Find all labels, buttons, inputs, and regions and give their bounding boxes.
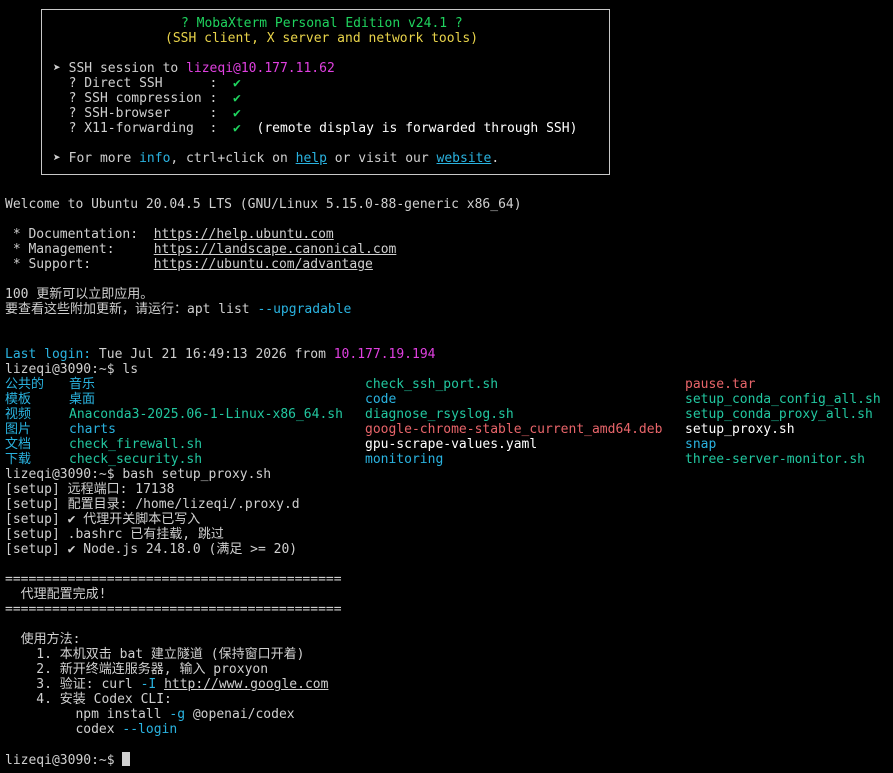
usage-step-4: 4. 安装 Codex CLI: — [5, 692, 172, 707]
usage-step-3: 3. 验证: curl -I http://www.google.com — [5, 677, 329, 692]
done-message: 代理配置完成! — [5, 587, 107, 602]
setup-output-line: [setup] ✔ 代理开关脚本已写入 — [5, 512, 201, 527]
check-icon: ✔ — [233, 121, 241, 136]
ls-entry[interactable]: 公共的 — [5, 377, 44, 392]
ssh-browser-row: ? SSH-browser : ✔ — [53, 106, 241, 121]
ssh-target: lizeqi@10.177.11.62 — [186, 61, 335, 76]
management-link[interactable]: https://landscape.canonical.com — [154, 242, 397, 257]
ls-entry[interactable]: check_security.sh — [69, 452, 202, 467]
ls-entry[interactable]: monitoring — [365, 452, 443, 467]
updates-hint-line: 要查看这些附加更新，请运行：apt list --upgradable — [5, 302, 352, 317]
website-link[interactable]: website — [437, 151, 492, 166]
ls-entry[interactable]: code — [365, 392, 396, 407]
setup-output-line: [setup] ✔ Node.js 24.18.0 (满足 >= 20) — [5, 542, 298, 557]
separator: ========================================… — [5, 602, 342, 617]
prompt-current[interactable]: lizeqi@3090:~$ — [5, 752, 131, 768]
usage-title: 使用方法: — [5, 632, 81, 647]
ls-entry[interactable]: 音乐 — [69, 377, 95, 392]
ls-entry[interactable]: 下载 — [5, 452, 31, 467]
documentation-line: * Documentation: https://help.ubuntu.com — [5, 227, 334, 242]
ls-entry[interactable]: setup_proxy.sh — [685, 422, 795, 437]
banner-subtitle: (SSH client, X server and network tools) — [165, 31, 479, 46]
ls-entry[interactable]: 模板 — [5, 392, 31, 407]
ls-entry[interactable]: Anaconda3-2025.06-1-Linux-x86_64.sh — [69, 407, 343, 422]
cursor — [122, 752, 131, 766]
x11-forwarding-row: ? X11-forwarding : ✔ (remote display is … — [53, 121, 578, 136]
support-link[interactable]: https://ubuntu.com/advantage — [154, 257, 373, 272]
ssh-compression-row: ? SSH compression : ✔ — [53, 91, 241, 106]
check-icon: ✔ — [233, 106, 241, 121]
more-info-line: ➤ For more info, ctrl+click on help or v… — [53, 151, 500, 166]
ls-entry[interactable]: setup_conda_config_all.sh — [685, 392, 881, 407]
usage-step-4b: codex --login — [5, 722, 178, 737]
ls-entry[interactable]: 桌面 — [69, 392, 95, 407]
ls-entry[interactable]: check_firewall.sh — [69, 437, 202, 452]
setup-output-line: [setup] 配置目录: /home/lizeqi/.proxy.d — [5, 497, 300, 512]
ls-entry[interactable]: 视频 — [5, 407, 31, 422]
ls-entry[interactable]: snap — [685, 437, 716, 452]
ls-entry[interactable]: charts — [69, 422, 116, 437]
google-link[interactable]: http://www.google.com — [164, 677, 328, 692]
mobaxterm-banner: ? MobaXterm Personal Edition v24.1 ? (SS… — [41, 9, 610, 175]
ssh-session-line: ➤ SSH session to lizeqi@10.177.11.62 — [53, 61, 335, 76]
ls-entry[interactable]: setup_conda_proxy_all.sh — [685, 407, 873, 422]
terminal-window[interactable]: ? MobaXterm Personal Edition v24.1 ? (SS… — [0, 0, 893, 773]
ls-entry[interactable]: 文档 — [5, 437, 31, 452]
check-icon: ✔ — [233, 91, 241, 106]
management-line: * Management: https://landscape.canonica… — [5, 242, 397, 257]
ls-entry[interactable]: diagnose_rsyslog.sh — [365, 407, 514, 422]
ls-entry[interactable]: check_ssh_port.sh — [365, 377, 498, 392]
ls-entry[interactable]: google-chrome-stable_current_amd64.deb — [365, 422, 662, 437]
banner-title: ? MobaXterm Personal Edition v24.1 ? — [181, 16, 463, 31]
ls-entry[interactable]: 图片 — [5, 422, 31, 437]
usage-step-2: 2. 新开终端连服务器, 输入 proxyon — [5, 662, 269, 677]
ls-entry[interactable]: three-server-monitor.sh — [685, 452, 865, 467]
ls-entry[interactable]: pause.tar — [685, 377, 755, 392]
usage-step-4a: npm install -g @openai/codex — [5, 707, 295, 722]
usage-step-1: 1. 本机双击 bat 建立隧道 (保持窗口开着) — [5, 647, 305, 662]
last-login-line: Last login: Tue Jul 21 16:49:13 2026 fro… — [5, 347, 436, 362]
prompt-ls: lizeqi@3090:~$ ls — [5, 362, 139, 377]
prompt-bash: lizeqi@3090:~$ bash setup_proxy.sh — [5, 467, 272, 482]
setup-output-line: [setup] .bashrc 已有挂载, 跳过 — [5, 527, 224, 542]
check-icon: ✔ — [233, 76, 241, 91]
help-link[interactable]: help — [296, 151, 327, 166]
updates-line: 100 更新可以立即应用。 — [5, 287, 154, 302]
documentation-link[interactable]: https://help.ubuntu.com — [154, 227, 334, 242]
direct-ssh-row: ? Direct SSH : ✔ — [53, 76, 241, 91]
ls-entry[interactable]: gpu-scrape-values.yaml — [365, 437, 537, 452]
welcome-message: Welcome to Ubuntu 20.04.5 LTS (GNU/Linux… — [5, 197, 522, 212]
separator: ========================================… — [5, 572, 342, 587]
info-link[interactable]: info — [139, 151, 170, 166]
support-line: * Support: https://ubuntu.com/advantage — [5, 257, 373, 272]
setup-output-line: [setup] 远程端口: 17138 — [5, 482, 175, 497]
